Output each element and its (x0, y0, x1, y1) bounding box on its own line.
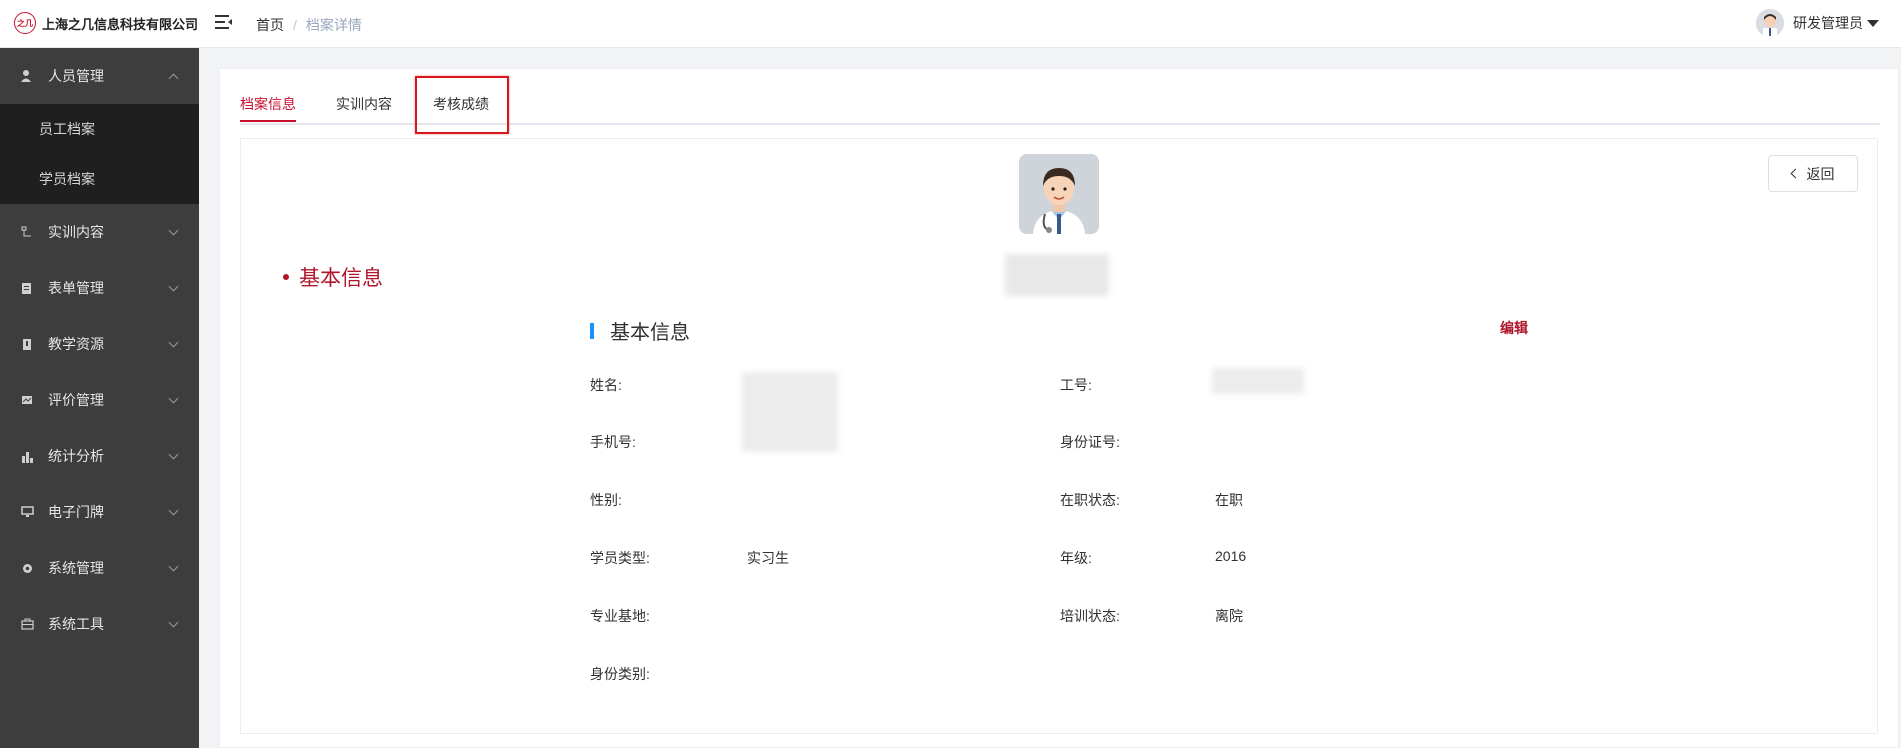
breadcrumb-separator: / (293, 17, 297, 33)
user-menu[interactable]: 研发管理员 (1756, 9, 1879, 37)
field-name-label: 姓名: (590, 377, 622, 393)
anchor-basic-info[interactable]: 基本信息 (283, 262, 383, 292)
edit-button[interactable]: 编辑 (1500, 318, 1528, 338)
sidebar: 人员管理 员工档案 学员档案 实训内容 表单管理 教学资源 评价管理 统计分析 … (0, 48, 199, 748)
bar-chart-icon (19, 448, 35, 464)
chevron-down-icon (168, 337, 179, 348)
sidebar-item-label: 评价管理 (48, 392, 104, 408)
tab-training-content[interactable]: 实训内容 (336, 94, 392, 114)
sidebar-item-evaluation[interactable]: 评价管理 (0, 372, 199, 428)
logo-mark-icon: 之几 (14, 12, 36, 34)
training-icon (19, 224, 35, 240)
field-phone-label: 手机号: (590, 434, 636, 450)
field-id-card-label: 身份证号: (1060, 434, 1120, 450)
monitor-icon (19, 504, 35, 520)
company-name: 上海之几信息科技有限公司 (42, 16, 199, 32)
form-icon (19, 280, 35, 296)
sidebar-item-forms[interactable]: 表单管理 (0, 260, 199, 316)
book-icon (19, 336, 35, 352)
field-employee-no-label: 工号: (1060, 377, 1092, 393)
field-job-status-label: 在职状态: (1060, 492, 1120, 508)
breadcrumb: 首页 / 档案详情 (256, 15, 362, 35)
sidebar-item-personnel[interactable]: 人员管理 (0, 48, 199, 104)
field-grade-label: 年级: (1060, 550, 1092, 566)
tab-highlight-box (415, 76, 509, 134)
back-button[interactable]: 返回 (1768, 155, 1858, 192)
field-student-type-label: 学员类型: (590, 550, 650, 566)
toolbox-icon (19, 616, 35, 632)
anchor-basic-info-label: 基本信息 (299, 267, 383, 290)
field-employee-no-redacted (1212, 368, 1304, 394)
chevron-down-icon (168, 225, 179, 236)
gear-icon (19, 560, 35, 576)
person-icon (19, 68, 35, 84)
chevron-down-icon (168, 393, 179, 404)
sidebar-item-label: 电子门牌 (48, 504, 104, 520)
sidebar-item-label: 实训内容 (48, 224, 104, 240)
chevron-left-icon (1790, 168, 1800, 179)
menu-toggle-icon[interactable] (215, 14, 233, 30)
sidebar-item-label: 人员管理 (48, 68, 104, 84)
company-logo[interactable]: 之几 上海之几信息科技有限公司 (14, 12, 198, 34)
section-title-label: 基本信息 (610, 322, 690, 344)
sidebar-item-label: 教学资源 (48, 336, 104, 352)
back-button-label: 返回 (1806, 165, 1835, 182)
tab-archive-info[interactable]: 档案信息 (240, 94, 296, 122)
submenu-personnel: 员工档案 学员档案 (0, 104, 199, 204)
bullet-dot-icon (283, 274, 289, 280)
field-student-type-value: 实习生 (747, 550, 789, 566)
name-redacted (1005, 254, 1109, 296)
field-gender-label: 性别: (590, 492, 622, 508)
breadcrumb-home[interactable]: 首页 (256, 15, 284, 35)
field-name-redacted (742, 372, 838, 452)
sidebar-item-label: 系统工具 (48, 616, 104, 632)
profile-avatar (1019, 154, 1099, 234)
sidebar-item-system-management[interactable]: 系统管理 (0, 540, 199, 596)
evaluation-icon (19, 392, 35, 408)
top-header: 之几 上海之几信息科技有限公司 首页 / 档案详情 研发管理员 (0, 0, 1901, 48)
field-training-status-label: 培训状态: (1060, 608, 1120, 624)
section-title: 基本信息 (590, 316, 690, 345)
chevron-up-icon (168, 73, 179, 84)
chevron-down-icon (168, 617, 179, 628)
breadcrumb-current: 档案详情 (305, 17, 362, 33)
chevron-down-icon (168, 505, 179, 516)
tab-label: 档案信息 (240, 96, 296, 112)
sidebar-item-teaching-resources[interactable]: 教学资源 (0, 316, 199, 372)
user-avatar[interactable] (1756, 9, 1784, 37)
sidebar-subitem-student-archive[interactable]: 学员档案 (0, 154, 199, 204)
chevron-down-icon (168, 281, 179, 292)
field-job-status-value: 在职 (1215, 492, 1243, 508)
field-training-status-value: 离院 (1215, 608, 1243, 624)
section-bar (590, 322, 594, 339)
field-identity-label: 身份类别: (590, 666, 650, 682)
chevron-down-icon (168, 449, 179, 460)
sidebar-item-system-tools[interactable]: 系统工具 (0, 596, 199, 652)
user-name[interactable]: 研发管理员 (1793, 13, 1863, 33)
sidebar-item-statistics[interactable]: 统计分析 (0, 428, 199, 484)
sidebar-item-training[interactable]: 实训内容 (0, 204, 199, 260)
sidebar-item-e-doorplate[interactable]: 电子门牌 (0, 484, 199, 540)
sidebar-item-label: 系统管理 (48, 560, 104, 576)
caret-down-icon[interactable] (1867, 19, 1879, 27)
chevron-down-icon (168, 561, 179, 572)
sidebar-item-label: 表单管理 (48, 280, 104, 296)
sidebar-item-label: 统计分析 (48, 448, 104, 464)
sidebar-subitem-staff-archive[interactable]: 员工档案 (0, 104, 199, 154)
field-base-label: 专业基地: (590, 608, 650, 624)
field-grade-value: 2016 (1215, 548, 1247, 564)
active-tab-indicator (240, 120, 296, 122)
